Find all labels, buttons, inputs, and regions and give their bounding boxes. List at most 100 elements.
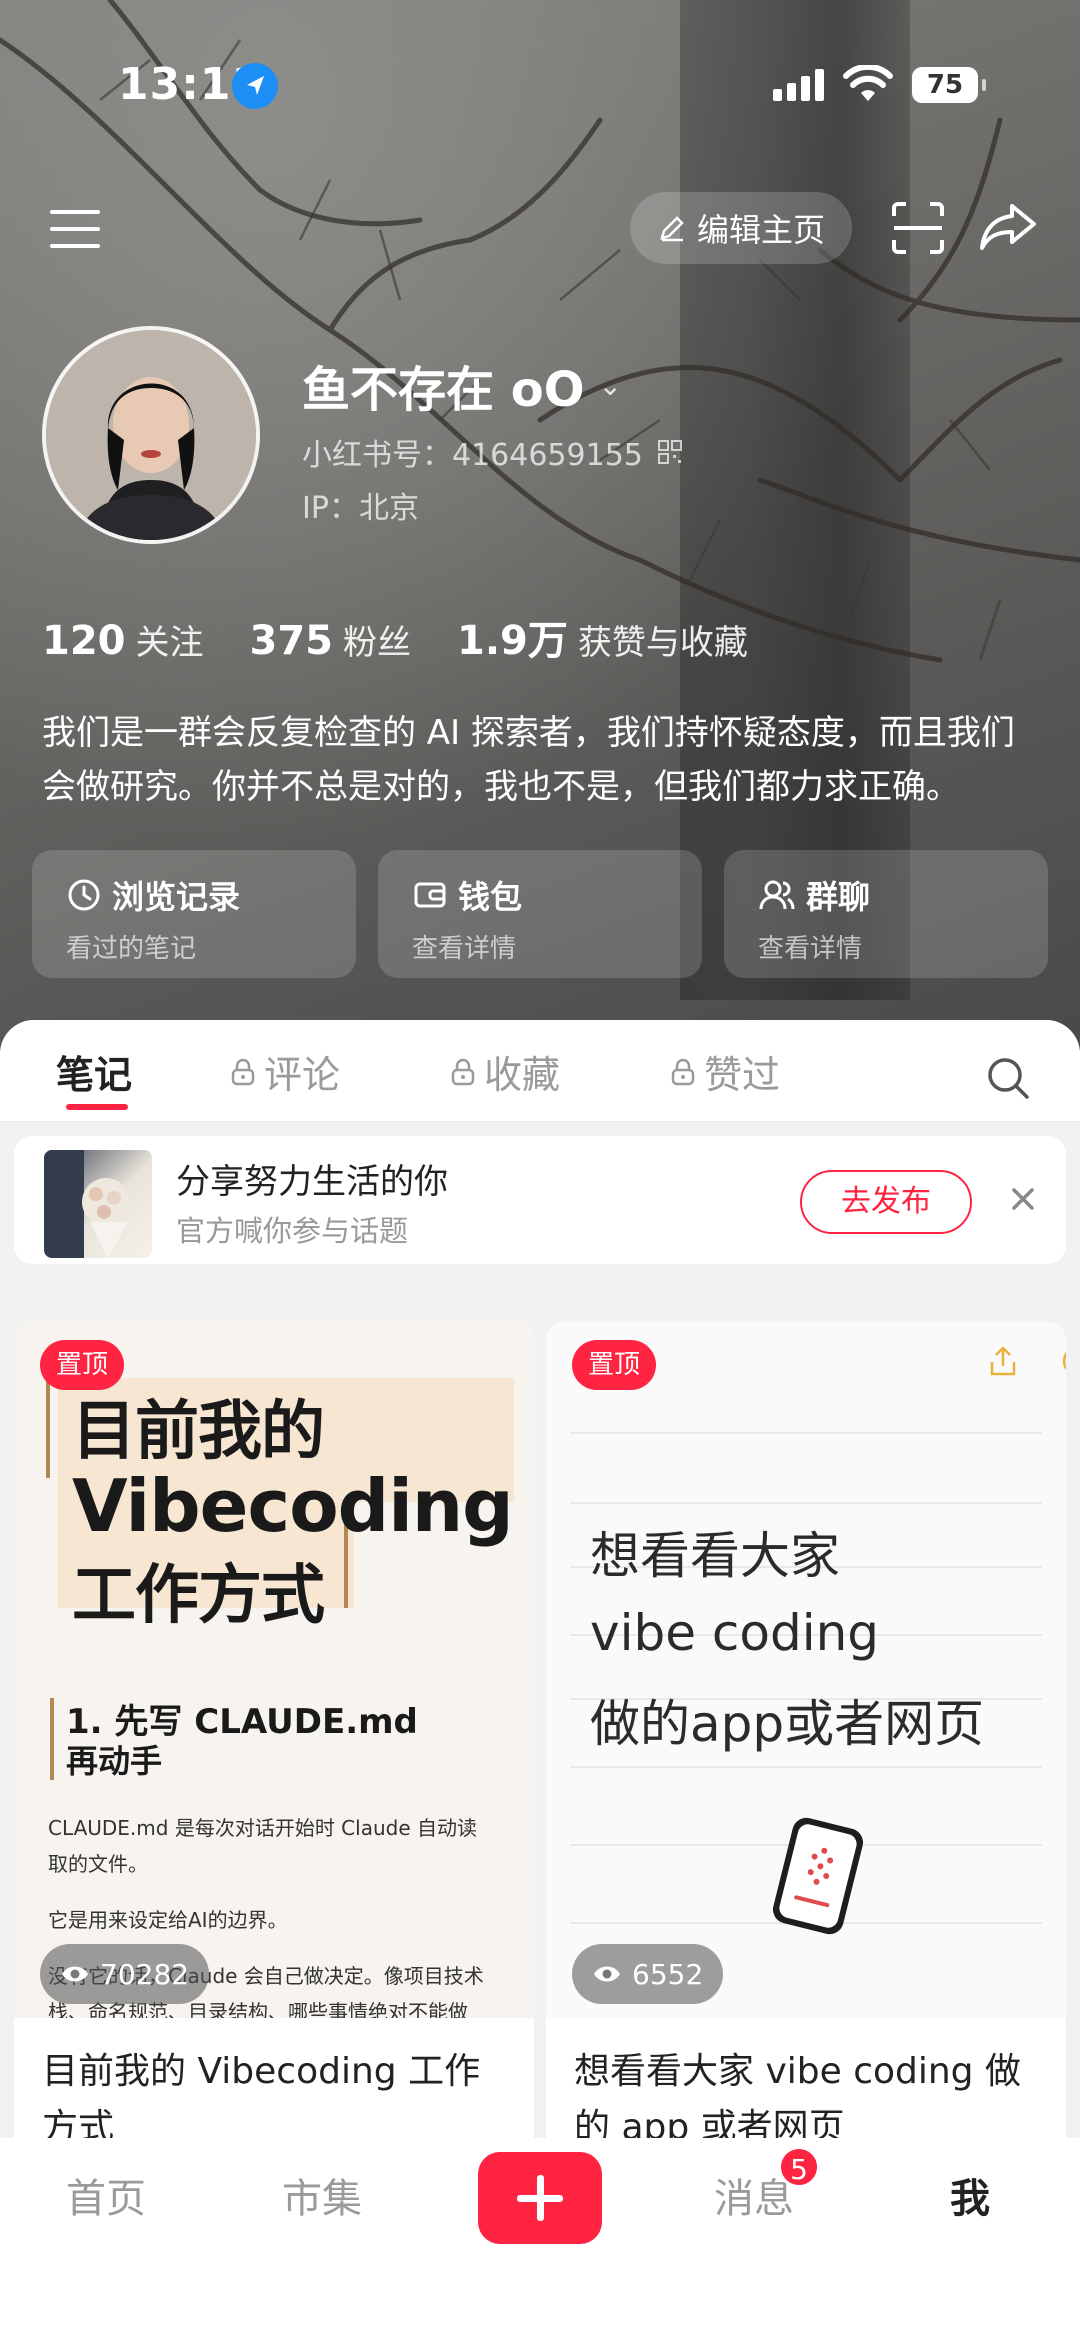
view-count: 6552 bbox=[572, 1944, 724, 2004]
cover-text: 想看看大家 bbox=[590, 1527, 840, 1585]
quick-action-wallet-title: 钱包 bbox=[458, 878, 523, 916]
quick-action-wallet[interactable]: 钱包 查看详情 bbox=[378, 850, 702, 978]
avatar[interactable] bbox=[42, 326, 260, 544]
cover-text: 工作方式 bbox=[72, 1559, 325, 1633]
cover-rule bbox=[570, 1502, 1042, 1504]
more-icon bbox=[1062, 1351, 1066, 1371]
pencil-icon bbox=[660, 216, 684, 242]
wifi-icon bbox=[843, 65, 893, 101]
publish-button[interactable]: 去发布 bbox=[800, 1170, 972, 1234]
quick-action-history-sub: 看过的笔记 bbox=[66, 934, 197, 964]
stat-followers-value: 375 bbox=[249, 618, 334, 664]
eye-icon bbox=[594, 1966, 620, 1982]
edit-profile-button[interactable]: 编辑主页 bbox=[630, 192, 852, 264]
tab-comments[interactable]: 评论 bbox=[230, 1044, 340, 1099]
tab-liked-label: 赞过 bbox=[704, 1053, 781, 1097]
lock-icon bbox=[451, 1058, 475, 1085]
lock-icon bbox=[671, 1058, 695, 1085]
bottom-navigation: 首页 市集 消息 5 我 bbox=[0, 2138, 1080, 2348]
qr-code-icon[interactable] bbox=[657, 439, 683, 465]
cover-accent-bar bbox=[46, 1380, 50, 1478]
profile-tabs: 笔记 评论 收藏 赞过 bbox=[0, 1020, 1080, 1122]
cover-text: 取的文件。 bbox=[48, 1852, 148, 1876]
create-post-button[interactable] bbox=[478, 2152, 602, 2244]
stat-followers[interactable]: 375 粉丝 bbox=[250, 615, 412, 664]
note-cover-image: 目前我的 Vibecoding 工作方式 1. 先写 CLAUDE.md 再动手… bbox=[14, 1322, 534, 2018]
status-bar: 13:11 75 bbox=[0, 55, 1080, 115]
tab-collections[interactable]: 收藏 bbox=[450, 1044, 560, 1099]
pinned-badge: 置顶 bbox=[572, 1340, 657, 1390]
quick-action-group-chat-title: 群聊 bbox=[806, 878, 871, 916]
banner-thumbnail bbox=[44, 1150, 152, 1258]
battery-indicator: 75 bbox=[912, 67, 986, 103]
phone-illustration bbox=[770, 1814, 866, 1938]
topic-banner[interactable]: 分享努力生活的你 官方喊你参与话题 去发布 bbox=[14, 1136, 1066, 1264]
quick-action-wallet-sub: 查看详情 bbox=[412, 934, 517, 964]
cover-text: 它是用来设定给AI的边界。 bbox=[48, 1908, 288, 1932]
stat-following[interactable]: 120 关注 bbox=[42, 615, 204, 664]
scan-icon[interactable] bbox=[890, 200, 946, 256]
banner-subtitle: 官方喊你参与话题 bbox=[176, 1214, 409, 1248]
tab-liked[interactable]: 赞过 bbox=[670, 1044, 780, 1099]
banner-title: 分享努力生活的你 bbox=[176, 1162, 448, 1202]
profile-bio: 我们是一群会反复检查的 AI 探索者，我们持怀疑态度，而且我们 会做研究。你并不… bbox=[42, 706, 1042, 814]
red-id-text: 小红书号：4164659155 bbox=[302, 438, 643, 473]
note-card[interactable]: 想看看大家 vibe coding 做的app或者网页 置顶 6552 想看看大… bbox=[546, 1322, 1066, 2182]
bio-line-1: 我们是一群会反复检查的 AI 探索者，我们持怀疑态度，而且我们 bbox=[42, 713, 1015, 753]
cellular-signal-icon bbox=[773, 69, 824, 101]
share-icon[interactable] bbox=[978, 198, 1038, 254]
note-card[interactable]: 目前我的 Vibecoding 工作方式 1. 先写 CLAUDE.md 再动手… bbox=[14, 1322, 534, 2182]
ip-location: IP：北京 bbox=[302, 491, 419, 526]
stat-likes-label: 获赞与收藏 bbox=[577, 623, 748, 663]
cover-text: Vibecoding bbox=[72, 1464, 514, 1548]
nav-home[interactable]: 首页 bbox=[66, 2166, 146, 2224]
wallet-icon bbox=[414, 882, 446, 908]
note-title-line: 想看看大家 vibe coding 做 bbox=[574, 2051, 1021, 2092]
cover-text: 做的app或者网页 bbox=[590, 1695, 985, 1753]
quick-action-group-chat[interactable]: 群聊 查看详情 bbox=[724, 850, 1048, 978]
nickname: 鱼不存在 oO ⌄ bbox=[302, 350, 622, 420]
cover-rule bbox=[570, 1766, 1042, 1768]
nav-market[interactable]: 市集 bbox=[282, 2166, 362, 2224]
profile-stats: 120 关注 375 粉丝 1.9万 获赞与收藏 bbox=[42, 608, 748, 666]
cover-text: 再动手 bbox=[66, 1742, 163, 1780]
location-arrow-icon bbox=[232, 63, 278, 109]
view-count-value: 70282 bbox=[100, 1957, 190, 1991]
nav-me[interactable]: 我 bbox=[950, 2166, 990, 2224]
share-icon bbox=[990, 1346, 1016, 1376]
pinned-badge: 置顶 bbox=[40, 1340, 125, 1390]
quick-action-history-title: 浏览记录 bbox=[112, 878, 241, 916]
nickname-text: 鱼不存在 oO bbox=[302, 362, 585, 418]
bio-line-2: 会做研究。你并不总是对的，我也不是，但我们都力求正确。 bbox=[42, 767, 960, 807]
profile-top-bar: 编辑主页 bbox=[0, 190, 1080, 270]
cover-text: 目前我的 bbox=[72, 1395, 325, 1469]
lock-icon bbox=[231, 1058, 255, 1085]
group-icon bbox=[759, 880, 795, 910]
close-icon[interactable] bbox=[1000, 1176, 1046, 1222]
quick-action-history[interactable]: 浏览记录 看过的笔记 bbox=[32, 850, 356, 978]
cover-accent-bar bbox=[50, 1698, 54, 1780]
note-title-line: 目前我的 Vibecoding 工作 bbox=[42, 2051, 481, 2092]
tab-notes[interactable]: 笔记 bbox=[56, 1044, 133, 1110]
view-count: 70282 bbox=[40, 1944, 210, 2004]
stat-likes-collects[interactable]: 1.9万 获赞与收藏 bbox=[457, 608, 748, 666]
menu-icon[interactable] bbox=[50, 206, 100, 252]
note-cover-image: 想看看大家 vibe coding 做的app或者网页 bbox=[546, 1322, 1066, 2018]
tab-collections-label: 收藏 bbox=[484, 1053, 561, 1097]
active-tab-indicator bbox=[66, 1104, 128, 1110]
cover-text: vibe coding bbox=[590, 1604, 880, 1662]
quick-action-group-chat-sub: 查看详情 bbox=[758, 934, 863, 964]
search-icon[interactable] bbox=[986, 1056, 1030, 1100]
stat-followers-label: 粉丝 bbox=[343, 623, 411, 663]
stat-likes-value: 1.9万 bbox=[457, 618, 568, 664]
eye-icon bbox=[62, 1966, 88, 1982]
cover-text: CLAUDE.md 是每次对话开始时 Claude 自动读 bbox=[48, 1816, 477, 1840]
cover-rule bbox=[570, 1432, 1042, 1434]
stat-following-value: 120 bbox=[42, 618, 126, 664]
stat-following-label: 关注 bbox=[135, 623, 204, 663]
clock-icon bbox=[68, 879, 100, 911]
chevron-down-icon[interactable]: ⌄ bbox=[599, 369, 622, 402]
tab-comments-label: 评论 bbox=[264, 1053, 341, 1097]
red-id: 小红书号：4164659155 bbox=[302, 430, 683, 474]
tab-notes-label: 笔记 bbox=[56, 1053, 133, 1097]
